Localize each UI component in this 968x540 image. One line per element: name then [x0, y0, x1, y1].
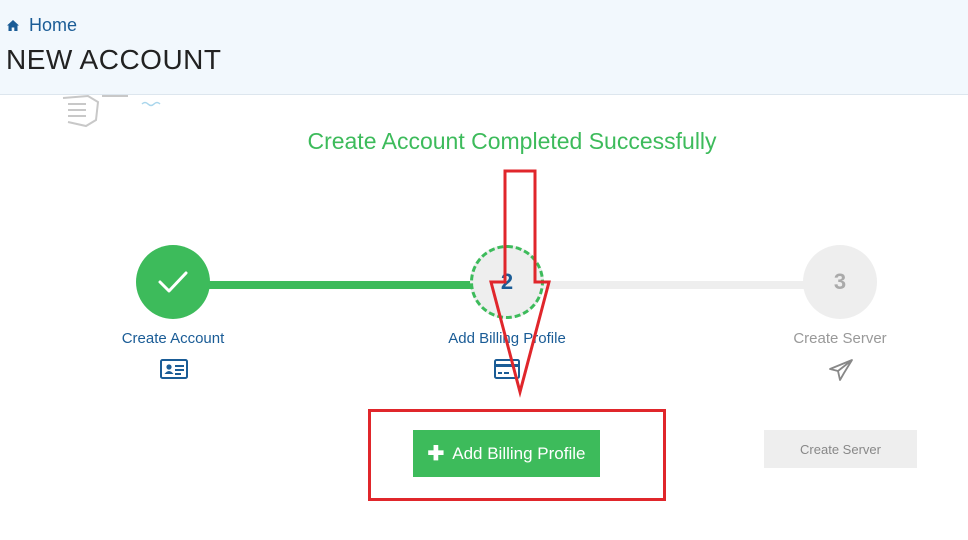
step-3-circle: 3 [803, 245, 877, 319]
breadcrumb[interactable]: Home [7, 15, 77, 36]
step-2-number: 2 [500, 269, 514, 294]
paper-plane-icon [829, 359, 853, 381]
credit-card-icon [494, 359, 520, 379]
page-header: Home NEW ACCOUNT [0, 0, 968, 95]
step-3-label: Create Server [793, 330, 887, 347]
create-server-button[interactable]: Create Server [764, 430, 917, 468]
step-1-label[interactable]: Create Account [73, 330, 273, 347]
hand-illustration-icon [62, 94, 161, 128]
home-icon [7, 20, 19, 31]
checkmark-icon [158, 271, 188, 293]
breadcrumb-home-link[interactable]: Home [29, 15, 77, 36]
progress-track-pending [507, 281, 840, 289]
id-card-icon [160, 359, 188, 379]
success-message: Create Account Completed Successfully [307, 128, 717, 154]
annotation-highlight-box [368, 409, 666, 501]
step-1-circle [136, 245, 210, 319]
step-2-label[interactable]: Add Billing Profile [407, 330, 607, 347]
page-title: NEW ACCOUNT [6, 44, 222, 75]
step-3-number: 3 [833, 269, 847, 294]
step-2-circle: 2 [470, 245, 544, 319]
progress-track-completed [173, 281, 507, 289]
